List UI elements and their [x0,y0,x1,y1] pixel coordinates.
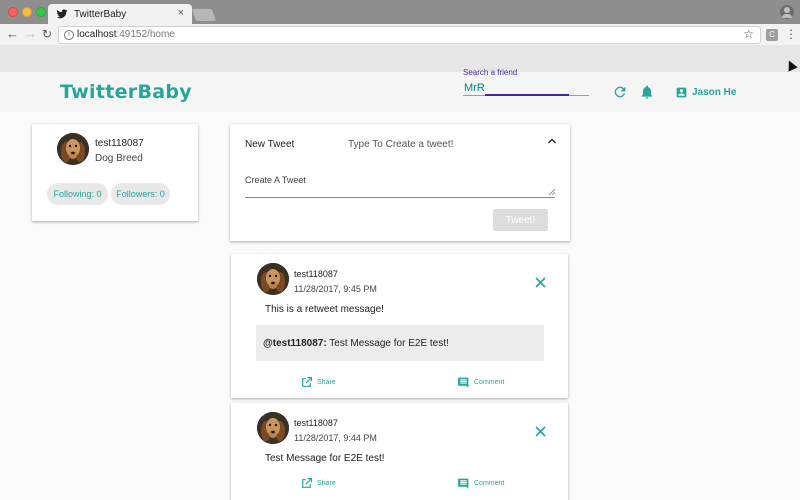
dog-avatar-image [57,133,89,165]
tweet-submit-button[interactable]: Tweet! [493,209,548,231]
browser-tabstrip: TwitterBaby × [0,0,800,24]
user-menu-button[interactable]: Jason He [675,84,736,100]
tweet-field-label: Create A Tweet [245,175,306,185]
search-label: Search a friend [463,68,518,77]
resize-grip-icon[interactable] [549,189,555,195]
bell-icon[interactable] [639,84,655,100]
quoted-tweet: @test118087: Test Message for E2E test! [256,325,544,361]
twitter-bird-icon [56,9,68,19]
address-bar[interactable]: i localhost:49152/home ☆ [58,26,761,44]
app-header: TwitterBaby Search a friend Jason He [0,68,800,112]
close-icon[interactable] [535,277,546,288]
new-tweet-title: New Tweet [245,139,295,150]
search-focus-underline [485,94,569,96]
tweet-textarea[interactable] [245,187,555,197]
profile-subtitle: Dog Breed [95,153,143,164]
browser-tab[interactable]: TwitterBaby × [48,4,192,24]
new-tweet-card: New Tweet Type To Create a tweet! Create… [230,124,570,241]
tweet-username[interactable]: test118087 [294,418,338,428]
followers-chip[interactable]: Followers: 0 [111,183,170,205]
close-icon[interactable] [535,426,546,437]
forward-button[interactable]: → [24,26,37,42]
extension-icon[interactable]: C [766,29,778,41]
tweet-timestamp: 11/28/2017, 9:45 PM [294,284,377,294]
close-window-button[interactable] [8,7,18,17]
url-path: :49152/home [116,29,175,40]
refresh-icon[interactable] [612,84,628,100]
search-friend: Search a friend [463,68,589,97]
tweet-text: This is a retweet message! [265,304,384,315]
tab-close-button[interactable]: × [178,7,184,19]
quoted-tweet-text: @test118087: Test Message for E2E test! [263,338,449,349]
maximize-window-button[interactable] [36,7,46,17]
dog-avatar-image [257,412,289,444]
new-tab-button[interactable] [191,9,217,21]
chevron-up-icon[interactable] [547,136,557,146]
brand-logo[interactable]: TwitterBaby [60,81,192,103]
dog-avatar-image [257,263,289,295]
avatar [257,412,289,444]
site-info-icon[interactable]: i [64,30,74,40]
new-tweet-hint: Type To Create a tweet! [348,139,454,150]
avatar [57,133,89,165]
share-icon [302,377,312,387]
minimize-window-button[interactable] [22,7,32,17]
comment-icon [458,377,469,388]
comment-label: Comment [474,379,505,386]
share-button[interactable]: Share [300,477,336,490]
comment-button[interactable]: Comment [457,376,504,389]
tweet-username[interactable]: test118087 [294,269,338,279]
comment-icon [458,478,469,489]
share-button[interactable]: Share [300,376,336,389]
reload-button[interactable]: ↻ [42,26,52,42]
share-label: Share [317,379,336,386]
bookmark-bar [0,45,800,72]
avatar [257,263,289,295]
comment-button[interactable]: Comment [457,477,504,490]
tweet-field-underline [245,197,555,198]
bookmark-star-icon[interactable]: ☆ [743,27,754,41]
tweet-card: test118087 11/28/2017, 9:44 PM Test Mess… [231,403,568,500]
browser-toolbar: ← → ↻ i localhost:49152/home ☆ C ⋮ [0,24,800,45]
tweet-text: Test Message for E2E test! [265,453,385,464]
following-chip[interactable]: Following: 0 [47,183,108,205]
url-text: localhost:49152/home [77,29,175,40]
back-button[interactable]: ← [6,26,19,42]
url-host: localhost [77,29,117,40]
browser-menu-button[interactable]: ⋮ [785,27,797,41]
user-name: Jason He [692,86,737,98]
profile-username: test118087 [95,138,144,149]
quoted-tweet-user: @test118087: [263,338,327,349]
tweet-card: test118087 11/28/2017, 9:45 PM This is a… [231,254,568,398]
share-label: Share [317,480,336,487]
comment-label: Comment [474,480,505,487]
quoted-tweet-body: Test Message for E2E test! [326,338,449,349]
share-icon [302,478,312,488]
profile-card: test118087 Dog Breed Following: 0 Follow… [32,124,198,221]
tab-title: TwitterBaby [74,9,127,20]
account-box-icon [676,87,687,97]
browser-profile-icon[interactable] [780,5,794,19]
tweet-timestamp: 11/28/2017, 9:44 PM [294,433,377,443]
